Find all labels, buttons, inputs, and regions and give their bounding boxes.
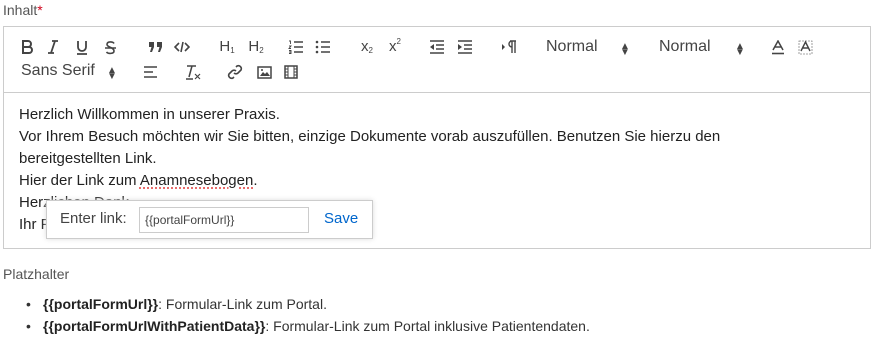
link-url-input[interactable] [139, 207, 309, 233]
link-tooltip: Enter link: Save [46, 200, 373, 239]
ordered-list-icon[interactable] [287, 37, 305, 57]
strike-icon[interactable] [101, 37, 119, 57]
text-direction-icon[interactable] [499, 37, 519, 57]
background-color-icon[interactable] [796, 37, 814, 57]
subscript-base: x [361, 38, 369, 55]
header-1-button[interactable]: H1 [215, 37, 239, 57]
content-line-text: . [253, 172, 258, 189]
link-tooltip-label: Enter link: [60, 210, 127, 227]
content-line-text: Hier der Link zum [19, 172, 140, 189]
header-1-sub: 1 [230, 46, 235, 55]
heading-select[interactable]: Normal ▲ ▼ [546, 36, 634, 58]
chevron-updown-icon: ▼ [107, 71, 117, 82]
required-mark: * [37, 2, 43, 18]
bullet-icon: • [26, 318, 31, 334]
size-select-value: Normal [659, 38, 711, 55]
blockquote-icon[interactable] [145, 37, 165, 57]
underline-icon[interactable] [73, 37, 91, 57]
image-icon[interactable] [255, 62, 273, 82]
outdent-icon[interactable] [428, 37, 446, 57]
content-line: bereitgestellten Link. [19, 150, 157, 167]
header-2-button[interactable]: H2 [244, 37, 268, 57]
header-1-label: H [219, 38, 231, 55]
field-label-text: Inhalt [3, 2, 38, 18]
superscript-button[interactable]: x2 [384, 37, 406, 57]
bullet-icon: • [26, 296, 31, 312]
bold-icon[interactable] [18, 37, 36, 57]
content-line: Vor Ihrem Besuch möchten wir Sie bitten,… [19, 128, 721, 145]
size-select[interactable]: Normal ▲ ▼ [659, 36, 747, 58]
content-line: Hier der Link zum Anamnesebogen. [19, 170, 859, 192]
placeholder-key: {{portalFormUrlWithPatientData}} [43, 318, 266, 334]
indent-icon[interactable] [456, 37, 474, 57]
link-icon[interactable] [226, 62, 244, 82]
subscript-button[interactable]: x2 [356, 37, 378, 57]
font-color-icon[interactable] [769, 37, 787, 57]
placeholder-list: • {{portalFormUrl}}: Formular-Link zum Po… [23, 293, 590, 337]
content-line: Herzlich Willkommen in unserer Praxis. [19, 106, 280, 123]
placeholder-desc: : Formular-Link zum Portal inklusive Pat… [265, 318, 590, 334]
superscript-base: x [389, 38, 397, 55]
clean-format-icon[interactable] [184, 62, 202, 82]
list-item: • {{portalFormUrl}}: Formular-Link zum Po… [23, 293, 590, 315]
bullet-list-icon[interactable] [314, 37, 332, 57]
header-2-sub: 2 [259, 46, 264, 55]
video-icon[interactable] [282, 62, 300, 82]
placeholder-desc: : Formular-Link zum Portal. [158, 296, 327, 312]
code-block-icon[interactable] [172, 37, 192, 57]
header-2-label: H [248, 38, 260, 55]
placeholder-key: {{portalFormUrl}} [43, 296, 159, 312]
chevron-updown-icon: ▼ [620, 47, 630, 58]
list-item: • {{portalFormUrlWithPatientData}}: Formu… [23, 315, 590, 337]
heading-select-value: Normal [546, 38, 598, 55]
superscript-mark: 2 [396, 37, 401, 46]
italic-icon[interactable] [44, 37, 62, 57]
misspelled-word: Anamnesebogen [139, 172, 254, 189]
content-field-label: Inhalt* [3, 2, 43, 18]
font-select[interactable]: Sans Serif ▲ ▼ [21, 60, 121, 82]
align-icon[interactable] [141, 62, 159, 82]
placeholders-title: Platzhalter [3, 266, 70, 282]
editor-toolbar: H1 H2 x2 x2 Normal ▲ ▼ Normal ▲ ▼ Sans S… [4, 27, 870, 93]
subscript-mark: 2 [368, 46, 373, 55]
chevron-updown-icon: ▼ [735, 47, 745, 58]
save-link-button[interactable]: Save [324, 210, 358, 227]
font-select-value: Sans Serif [21, 62, 95, 79]
